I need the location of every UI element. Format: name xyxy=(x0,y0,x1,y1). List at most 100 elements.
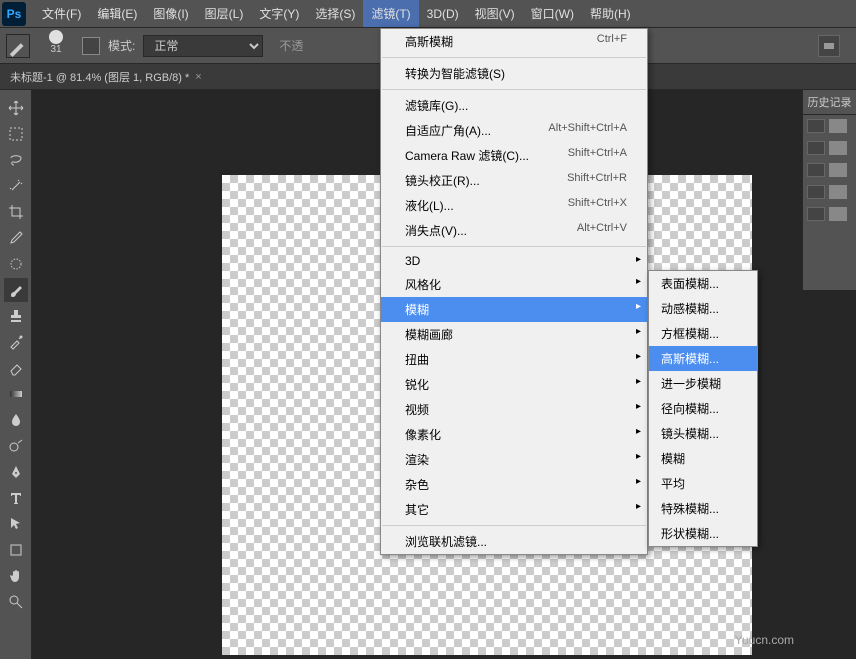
lasso-tool[interactable] xyxy=(4,148,28,172)
menu-item-label: 消失点(V)... xyxy=(405,222,467,239)
blur-submenu-item[interactable]: 形状模糊... xyxy=(649,521,757,546)
menu-item-label: 转换为智能滤镜(S) xyxy=(405,65,505,82)
blur-submenu-item[interactable]: 平均 xyxy=(649,471,757,496)
filter-menu-item[interactable]: 模糊画廊 xyxy=(381,322,647,347)
filter-menu-item[interactable]: 3D xyxy=(381,250,647,272)
path-select-tool[interactable] xyxy=(4,512,28,536)
menu-edit[interactable]: 编辑(E) xyxy=(89,0,145,27)
filter-menu-item[interactable]: 消失点(V)...Alt+Ctrl+V xyxy=(381,218,647,243)
move-tool[interactable] xyxy=(4,96,28,120)
menu-item-label: 浏览联机滤镜... xyxy=(405,533,487,550)
menu-item-shortcut: Alt+Shift+Ctrl+A xyxy=(548,122,627,139)
marquee-tool[interactable] xyxy=(4,122,28,146)
blur-submenu-item[interactable]: 特殊模糊... xyxy=(649,496,757,521)
menu-item-label: 风格化 xyxy=(405,276,441,293)
menu-separator xyxy=(382,89,646,90)
blur-submenu-item[interactable]: 表面模糊... xyxy=(649,271,757,296)
filter-menu-item[interactable]: 风格化 xyxy=(381,272,647,297)
history-row[interactable] xyxy=(803,203,856,225)
filter-menu-item[interactable]: Camera Raw 滤镜(C)...Shift+Ctrl+A xyxy=(381,143,647,168)
filter-menu-item[interactable]: 浏览联机滤镜... xyxy=(381,529,647,554)
filter-menu-item[interactable]: 镜头校正(R)...Shift+Ctrl+R xyxy=(381,168,647,193)
blur-tool[interactable] xyxy=(4,408,28,432)
filter-menu-item[interactable]: 锐化 xyxy=(381,372,647,397)
gradient-tool[interactable] xyxy=(4,382,28,406)
blur-submenu-item[interactable]: 径向模糊... xyxy=(649,396,757,421)
menu-item-shortcut: Shift+Ctrl+A xyxy=(568,147,627,164)
history-row[interactable] xyxy=(803,115,856,137)
menu-item-label: 渲染 xyxy=(405,451,429,468)
blur-submenu-item[interactable]: 动感模糊... xyxy=(649,296,757,321)
menu-image[interactable]: 图像(I) xyxy=(145,0,196,27)
hand-tool[interactable] xyxy=(4,564,28,588)
filter-menu-item[interactable]: 像素化 xyxy=(381,422,647,447)
brush-panel-toggle[interactable] xyxy=(82,37,100,55)
tool-preset-picker[interactable] xyxy=(6,34,30,58)
text-tool[interactable] xyxy=(4,486,28,510)
app-logo: Ps xyxy=(2,2,26,26)
history-panel-title: 历史记录 xyxy=(803,90,856,115)
menu-window[interactable]: 窗口(W) xyxy=(523,0,582,27)
crop-tool[interactable] xyxy=(4,200,28,224)
filter-menu-item[interactable]: 扭曲 xyxy=(381,347,647,372)
history-row[interactable] xyxy=(803,159,856,181)
filter-menu-item[interactable]: 杂色 xyxy=(381,472,647,497)
blur-submenu-item[interactable]: 高斯模糊... xyxy=(649,346,757,371)
blend-mode-select[interactable]: 正常 xyxy=(143,35,263,57)
menu-item-label: 其它 xyxy=(405,501,429,518)
filter-menu-item[interactable]: 滤镜库(G)... xyxy=(381,93,647,118)
document-tab[interactable]: 未标题-1 @ 81.4% (图层 1, RGB/8) * × xyxy=(10,69,202,85)
menubar: Ps 文件(F) 编辑(E) 图像(I) 图层(L) 文字(Y) 选择(S) 滤… xyxy=(0,0,856,28)
menu-item-label: 模糊画廊 xyxy=(405,326,453,343)
eyedropper-tool[interactable] xyxy=(4,226,28,250)
brush-tool[interactable] xyxy=(4,278,28,302)
menu-view[interactable]: 视图(V) xyxy=(467,0,523,27)
menu-select[interactable]: 选择(S) xyxy=(307,0,363,27)
filter-menu-item[interactable]: 模糊 xyxy=(381,297,647,322)
menu-item-label: 滤镜库(G)... xyxy=(405,97,468,114)
filter-menu-item[interactable]: 视频 xyxy=(381,397,647,422)
menu-item-shortcut: Shift+Ctrl+X xyxy=(568,197,627,214)
brush-size-label: 31 xyxy=(50,44,61,55)
spot-heal-tool[interactable] xyxy=(4,252,28,276)
history-row[interactable] xyxy=(803,137,856,159)
opacity-label: 不透 xyxy=(279,37,303,54)
filter-menu-item[interactable]: 自适应广角(A)...Alt+Shift+Ctrl+A xyxy=(381,118,647,143)
filter-menu-item[interactable]: 渲染 xyxy=(381,447,647,472)
dodge-tool[interactable] xyxy=(4,434,28,458)
blur-submenu-item[interactable]: 进一步模糊 xyxy=(649,371,757,396)
magic-wand-tool[interactable] xyxy=(4,174,28,198)
brush-preset-picker[interactable]: 31 xyxy=(38,30,74,62)
menu-filter[interactable]: 滤镜(T) xyxy=(363,0,418,27)
menu-3d[interactable]: 3D(D) xyxy=(419,2,467,26)
menu-item-label: 杂色 xyxy=(405,476,429,493)
filter-menu-item[interactable]: 转换为智能滤镜(S) xyxy=(381,61,647,86)
menu-separator xyxy=(382,246,646,247)
filter-menu-item[interactable]: 液化(L)...Shift+Ctrl+X xyxy=(381,193,647,218)
pen-tool[interactable] xyxy=(4,460,28,484)
filter-menu-item[interactable]: 高斯模糊Ctrl+F xyxy=(381,29,647,54)
blur-submenu-item[interactable]: 模糊 xyxy=(649,446,757,471)
menu-file[interactable]: 文件(F) xyxy=(34,0,89,27)
menu-item-shortcut: Ctrl+F xyxy=(597,33,627,50)
blur-submenu-item[interactable]: 方框模糊... xyxy=(649,321,757,346)
stamp-tool[interactable] xyxy=(4,304,28,328)
shape-tool[interactable] xyxy=(4,538,28,562)
menu-help[interactable]: 帮助(H) xyxy=(582,0,639,27)
document-tab-close[interactable]: × xyxy=(195,71,201,83)
filter-menu-dropdown: 高斯模糊Ctrl+F 转换为智能滤镜(S) 滤镜库(G)... 自适应广角(A)...… xyxy=(380,28,648,555)
menu-layer[interactable]: 图层(L) xyxy=(197,0,252,27)
history-brush-tool[interactable] xyxy=(4,330,28,354)
watermark: Yuucn.com xyxy=(735,633,794,647)
menu-item-label: 模糊 xyxy=(405,301,429,318)
history-row[interactable] xyxy=(803,181,856,203)
menu-type[interactable]: 文字(Y) xyxy=(251,0,307,27)
eraser-tool[interactable] xyxy=(4,356,28,380)
blur-submenu-item[interactable]: 镜头模糊... xyxy=(649,421,757,446)
tablet-pressure-icon[interactable] xyxy=(818,35,840,57)
menu-item-shortcut: Shift+Ctrl+R xyxy=(567,172,627,189)
zoom-tool[interactable] xyxy=(4,590,28,614)
menu-item-label: 像素化 xyxy=(405,426,441,443)
filter-menu-item[interactable]: 其它 xyxy=(381,497,647,522)
menu-item-label: 视频 xyxy=(405,401,429,418)
